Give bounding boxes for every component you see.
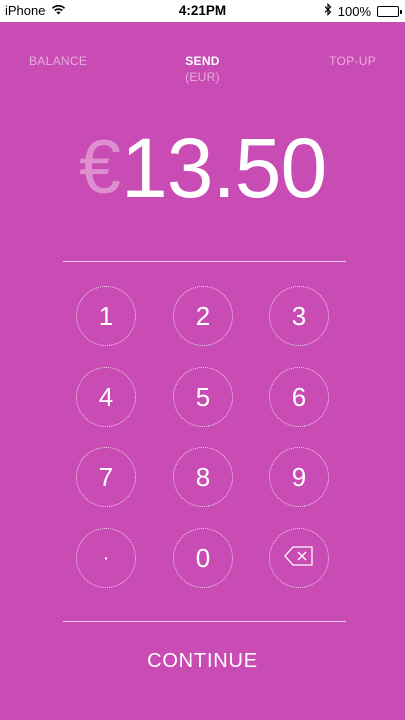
key-7[interactable]: 7 (76, 447, 136, 507)
key-4[interactable]: 4 (76, 367, 136, 427)
key-5[interactable]: 5 (173, 367, 233, 427)
status-bar: iPhone 4:21PM 100% (0, 0, 405, 22)
battery-icon (377, 5, 402, 17)
key-8[interactable]: 8 (173, 447, 233, 507)
battery-percent: 100% (337, 3, 371, 19)
backspace-button[interactable] (269, 528, 329, 588)
backspace-icon (283, 543, 315, 574)
key-9[interactable]: 9 (269, 447, 329, 507)
key-0[interactable]: 0 (173, 528, 233, 588)
key-6[interactable]: 6 (269, 367, 329, 427)
key-3[interactable]: 3 (269, 286, 329, 346)
key-1[interactable]: 1 (76, 286, 136, 346)
key-decimal[interactable]: · (76, 528, 136, 588)
continue-button[interactable]: CONTINUE (0, 650, 405, 673)
keypad: 1 2 3 4 5 6 7 8 9 · 0 (0, 22, 405, 720)
divider-bottom (63, 621, 346, 622)
send-screen: BALANCE SEND (EUR) TOP-UP €13.50 1 2 3 4… (0, 22, 405, 720)
key-2[interactable]: 2 (173, 286, 233, 346)
status-right: 100% (324, 3, 402, 19)
bluetooth-icon (324, 3, 332, 19)
